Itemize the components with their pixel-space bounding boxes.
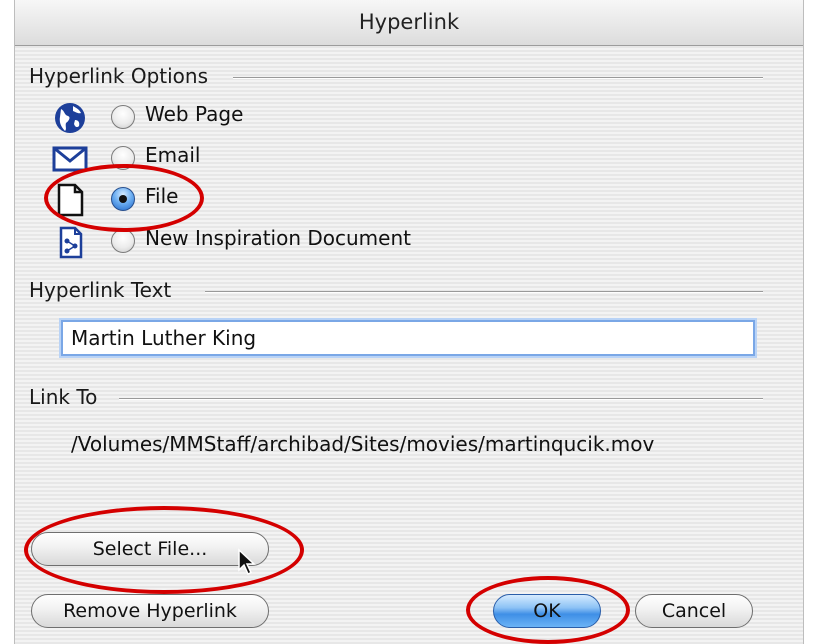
hyperlink-dialog: Hyperlink Hyperlink Options Web Page Ema… <box>14 0 804 644</box>
options-separator <box>233 77 763 79</box>
new-inspiration-document-radio[interactable] <box>111 229 135 253</box>
dialog-title: Hyperlink <box>15 0 803 46</box>
file-radio-dot <box>119 195 127 203</box>
hyperlink-text-heading: Hyperlink Text <box>29 278 172 302</box>
email-label: Email <box>145 143 201 167</box>
hyperlink-text-separator <box>205 291 763 293</box>
web-page-radio[interactable] <box>111 105 135 129</box>
link-to-separator <box>119 398 763 400</box>
file-radio[interactable] <box>111 187 135 211</box>
email-radio[interactable] <box>111 146 135 170</box>
document-icon <box>57 183 84 217</box>
file-label: File <box>145 184 179 208</box>
cancel-button[interactable]: Cancel <box>635 594 753 628</box>
globe-icon <box>55 103 85 133</box>
new-inspiration-document-label: New Inspiration Document <box>145 226 411 250</box>
web-page-label: Web Page <box>145 102 244 126</box>
select-file-button[interactable]: Select File... <box>31 532 269 566</box>
inspiration-document-icon <box>59 226 83 259</box>
remove-hyperlink-button[interactable]: Remove Hyperlink <box>31 594 269 628</box>
mouse-cursor-icon <box>238 548 256 576</box>
link-to-path: /Volumes/MMStaff/archibad/Sites/movies/m… <box>71 432 655 456</box>
envelope-icon <box>52 146 88 172</box>
link-to-heading: Link To <box>29 385 98 409</box>
hyperlink-options-heading: Hyperlink Options <box>29 64 208 88</box>
ok-button[interactable]: OK <box>493 594 601 628</box>
hyperlink-text-input[interactable] <box>61 320 755 356</box>
